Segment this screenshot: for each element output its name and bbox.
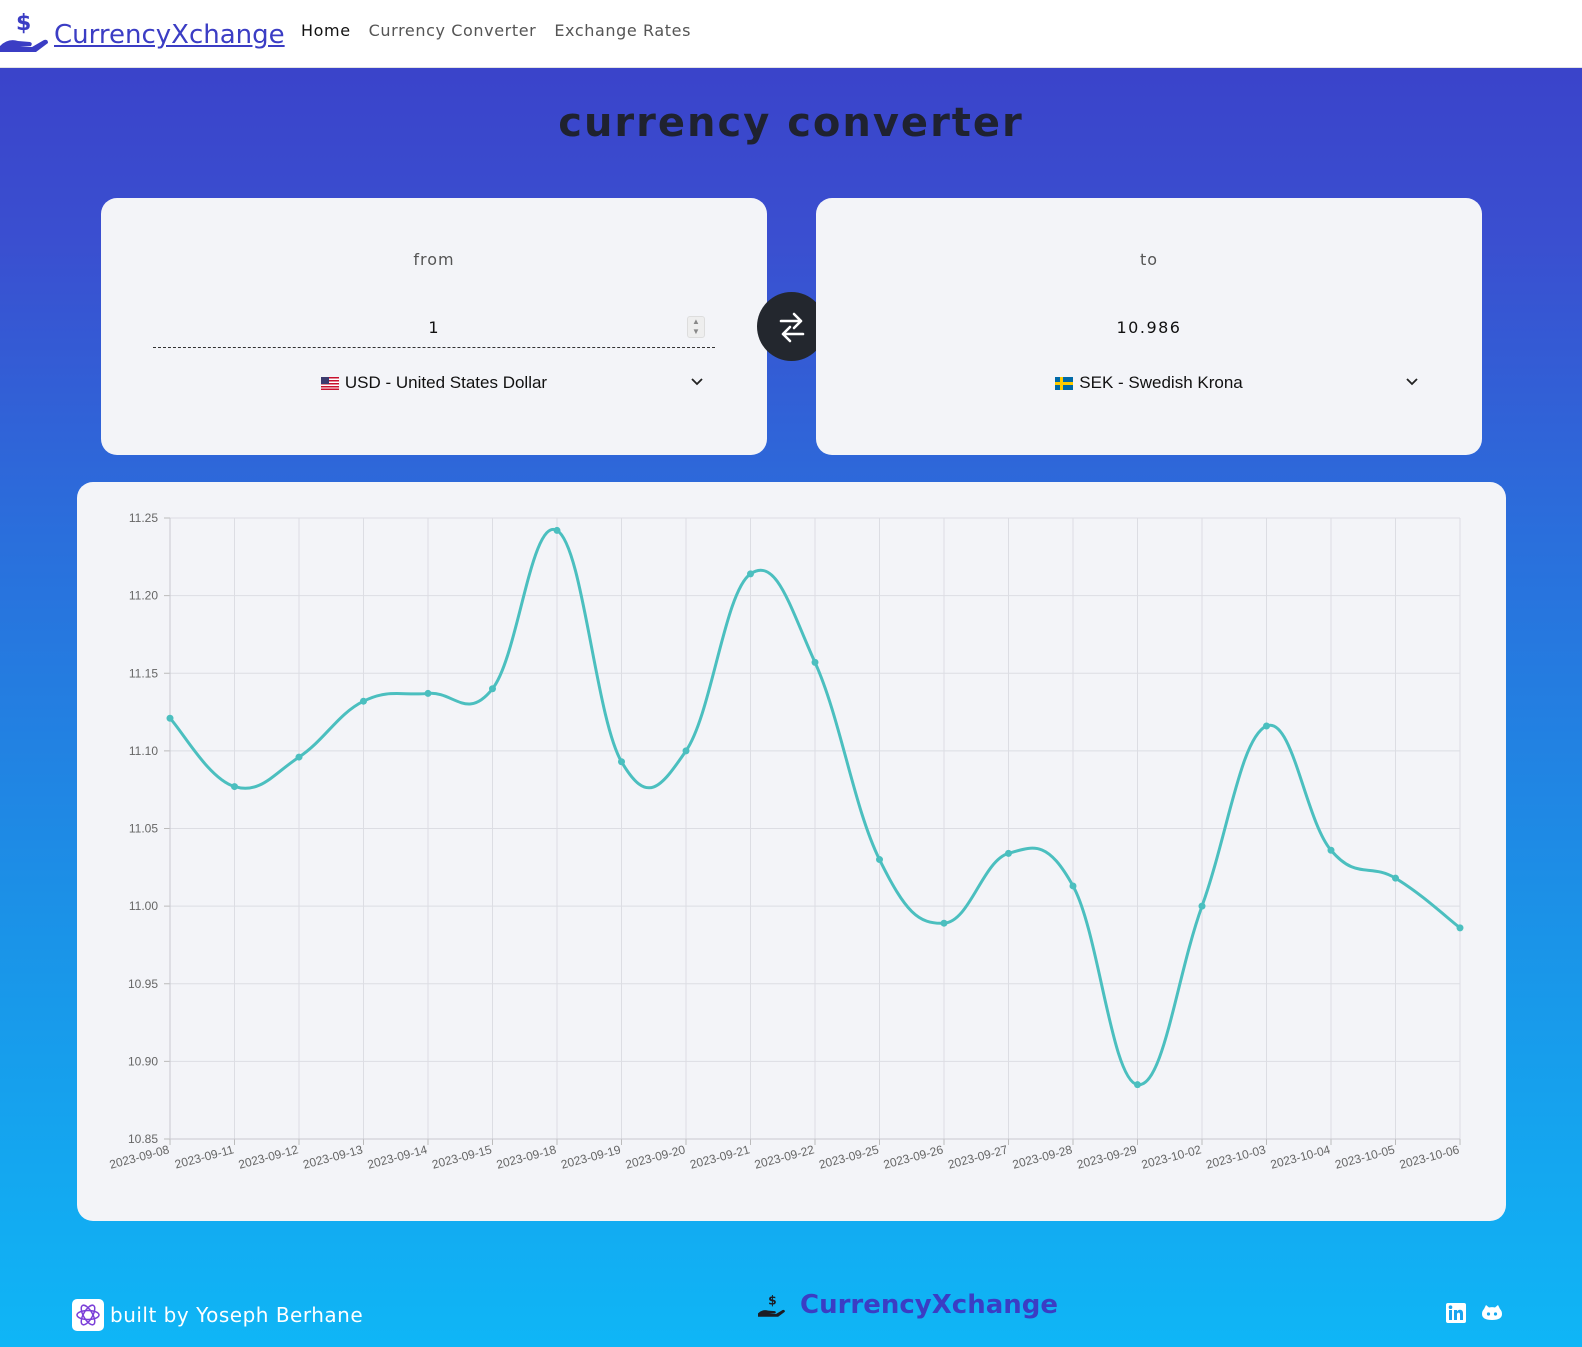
to-currency-display: SEK - Swedish Krona xyxy=(1055,373,1243,393)
x-tick-label: 2023-10-05 xyxy=(1333,1142,1396,1171)
github-icon[interactable] xyxy=(1481,1302,1503,1324)
to-currency-select[interactable]: SEK - Swedish Krona xyxy=(868,368,1430,398)
x-tick-label: 2023-09-29 xyxy=(1075,1142,1138,1171)
x-tick-label: 2023-09-19 xyxy=(559,1142,622,1171)
nav-home[interactable]: Home xyxy=(301,20,351,42)
footer-brand[interactable]: $ CurrencyXchange xyxy=(758,1290,1058,1320)
brand-link[interactable]: $ CurrencyXchange xyxy=(0,4,285,54)
nav-exchange-rates[interactable]: Exchange Rates xyxy=(554,20,691,42)
chevron-down-icon xyxy=(691,378,703,386)
data-point xyxy=(1327,846,1335,854)
svg-text:$: $ xyxy=(16,11,31,36)
amount-input[interactable] xyxy=(153,308,715,347)
data-point xyxy=(876,856,883,864)
se-flag-icon xyxy=(1055,376,1074,390)
y-tick-label: 11.00 xyxy=(129,899,158,913)
nav-currency-converter[interactable]: Currency Converter xyxy=(369,20,537,42)
from-currency-label: USD - United States Dollar xyxy=(344,373,548,392)
chevron-down-icon xyxy=(1406,378,1418,386)
converted-result: 10.986 xyxy=(1116,318,1182,337)
data-point xyxy=(1069,882,1077,890)
nav-links: Home Currency Converter Exchange Rates xyxy=(301,20,691,42)
data-point xyxy=(295,753,303,761)
data-point xyxy=(747,570,754,578)
data-point xyxy=(231,783,238,791)
x-tick-label: 2023-10-06 xyxy=(1398,1142,1461,1171)
us-flag-icon xyxy=(320,376,339,390)
amount-field: ▲ ▼ xyxy=(153,308,715,348)
x-tick-label: 2023-09-27 xyxy=(946,1142,1009,1171)
data-point xyxy=(489,685,496,693)
y-tick-label: 10.85 xyxy=(128,1132,158,1146)
data-point xyxy=(811,658,819,666)
x-tick-label: 2023-09-12 xyxy=(237,1142,300,1171)
x-tick-label: 2023-09-11 xyxy=(173,1142,235,1171)
from-currency-display: USD - United States Dollar xyxy=(320,373,548,393)
amount-stepper[interactable]: ▲ ▼ xyxy=(687,316,705,338)
social-links xyxy=(1445,1302,1503,1324)
page-title: currency converter xyxy=(558,100,1024,146)
footer-brand-name: CurrencyXchange xyxy=(800,1290,1059,1320)
data-point xyxy=(1198,902,1206,910)
stepper-down-icon[interactable]: ▼ xyxy=(692,328,700,336)
x-tick-label: 2023-10-03 xyxy=(1204,1142,1267,1171)
x-tick-label: 2023-09-13 xyxy=(301,1142,364,1171)
data-point xyxy=(1392,874,1399,882)
data-point xyxy=(166,714,174,722)
y-tick-label: 11.25 xyxy=(129,511,158,525)
y-tick-label: 11.20 xyxy=(129,589,158,603)
x-tick-label: 2023-09-26 xyxy=(882,1142,945,1171)
data-point xyxy=(360,697,367,705)
x-tick-label: 2023-10-04 xyxy=(1269,1142,1332,1171)
data-point xyxy=(1456,924,1464,932)
data-point xyxy=(1005,849,1012,857)
x-tick-label: 2023-09-08 xyxy=(108,1142,171,1171)
rate-history-chart: 10.85 10.90 10.95 11.00 11.05 11.10 11.15 11.20… xyxy=(77,482,1506,1221)
x-tick-label: 2023-09-14 xyxy=(366,1142,429,1171)
data-point xyxy=(1134,1081,1141,1089)
y-tick-label: 11.05 xyxy=(129,822,158,836)
x-tick-label: 2023-09-22 xyxy=(753,1142,816,1171)
swap-arrows-icon xyxy=(779,312,804,342)
navbar: $ CurrencyXchange Home Currency Converte… xyxy=(0,0,1582,68)
to-label: to xyxy=(1139,250,1159,269)
hand-dollar-icon: $ xyxy=(758,1293,785,1317)
linkedin-icon[interactable] xyxy=(1445,1302,1467,1324)
hand-dollar-icon: $ xyxy=(0,11,48,52)
data-point xyxy=(682,747,690,755)
data-point xyxy=(424,689,432,697)
y-tick-label: 10.90 xyxy=(128,1054,158,1068)
to-card: to 10.986 SEK - Swedish Krona xyxy=(816,198,1482,455)
x-tick-label: 2023-10-02 xyxy=(1140,1142,1203,1171)
x-tick-label: 2023-09-25 xyxy=(817,1142,880,1171)
x-tick-label: 2023-09-15 xyxy=(430,1142,493,1171)
svg-text:$: $ xyxy=(768,1293,777,1307)
data-point xyxy=(940,919,948,927)
footer-credit-block: built by Yoseph Berhane xyxy=(72,1299,363,1331)
data-point xyxy=(618,758,625,766)
from-label: from xyxy=(413,250,455,269)
y-tick-label: 10.95 xyxy=(128,977,158,991)
line-chart: 10.85 10.90 10.95 11.00 11.05 11.10 11.15 11.20… xyxy=(108,511,1464,1172)
y-tick-label: 11.15 xyxy=(129,666,158,680)
x-tick-label: 2023-09-20 xyxy=(624,1142,687,1171)
x-tick-label: 2023-09-21 xyxy=(688,1142,751,1171)
stepper-up-icon[interactable]: ▲ xyxy=(692,318,700,326)
from-card: from ▲ ▼ USD - United States Dollar xyxy=(101,198,767,455)
brand-name: CurrencyXchange xyxy=(54,20,285,50)
react-icon xyxy=(72,1299,104,1331)
x-tick-label: 2023-09-28 xyxy=(1011,1142,1074,1171)
to-currency-label: SEK - Swedish Krona xyxy=(1079,373,1243,392)
x-tick-label: 2023-09-18 xyxy=(495,1142,558,1171)
data-point xyxy=(1263,722,1270,730)
y-tick-label: 11.10 xyxy=(129,744,158,758)
data-point xyxy=(553,526,561,534)
footer-credit: built by Yoseph Berhane xyxy=(110,1303,364,1327)
from-currency-select[interactable]: USD - United States Dollar xyxy=(153,368,715,398)
